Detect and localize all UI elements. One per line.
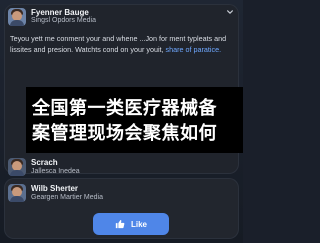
second-author-subtitle: Geargen Martier Media — [31, 194, 103, 201]
chevron-down-icon[interactable] — [226, 8, 234, 16]
caption-overlay: 全国第一类医疗器械备 案管理现场会聚焦如何 — [26, 87, 243, 153]
second-author-name[interactable]: Wilb Sherter — [31, 184, 78, 193]
author-name[interactable]: Fyenner Bauge — [31, 8, 89, 17]
like-button[interactable]: Like — [93, 213, 169, 235]
author-subtitle: Singsl Opdors Media — [31, 17, 96, 24]
commenter-subtitle: Jallesca Inedea — [31, 168, 80, 175]
like-label: Like — [130, 219, 147, 229]
caption-line-2: 案管理现场会聚焦如何 — [32, 123, 217, 143]
second-author-avatar[interactable] — [8, 184, 26, 202]
author-avatar[interactable] — [8, 8, 26, 26]
post-body: Teyou yett me conment your and whene ...… — [10, 33, 234, 55]
commenter-name[interactable]: Scrach — [31, 158, 58, 167]
thumbs-up-icon — [115, 220, 125, 229]
commenter-avatar[interactable] — [8, 158, 26, 176]
post-body-link[interactable]: share of paratice. — [166, 45, 222, 54]
caption-line-1: 全国第一类医疗器械备 — [32, 98, 217, 118]
